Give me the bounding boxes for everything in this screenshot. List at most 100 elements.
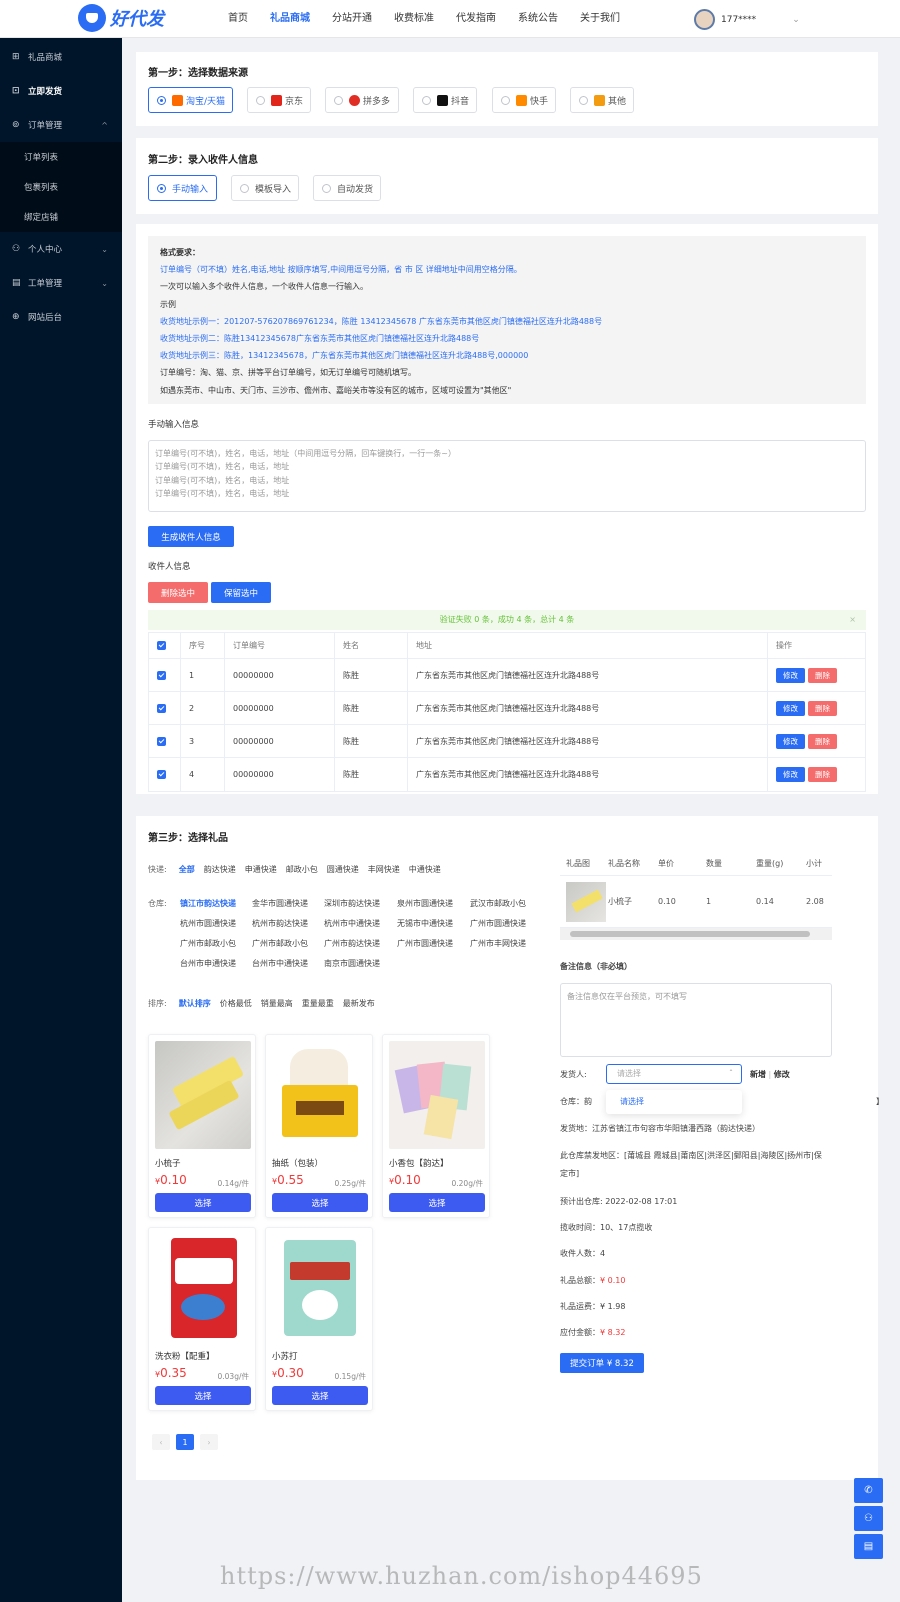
select-product-button[interactable]: 选择 [389, 1193, 485, 1212]
sort-option[interactable]: 价格最低 [220, 998, 252, 1009]
source-taobao[interactable]: 淘宝/天猫 [148, 87, 233, 113]
sort-option[interactable]: 最新发布 [343, 998, 375, 1009]
nav-announcements[interactable]: 系统公告 [518, 0, 558, 38]
sidebar-item-package-list[interactable]: 包裹列表 [0, 172, 122, 202]
row-checkbox[interactable] [157, 670, 166, 680]
product-card[interactable]: 洗衣粉【配重】 ¥0.35 0.03g/件 选择 [148, 1227, 256, 1411]
select-product-button[interactable]: 选择 [272, 1386, 368, 1405]
product-card[interactable]: 小苏打 ¥0.30 0.15g/件 选择 [265, 1227, 373, 1411]
prev-page-button[interactable]: ‹ [152, 1434, 170, 1450]
express-option[interactable]: 韵达快递 [204, 864, 236, 875]
nav-substation[interactable]: 分站开通 [332, 0, 372, 38]
page-button-current[interactable]: 1 [176, 1434, 194, 1450]
select-all-checkbox[interactable] [157, 641, 166, 650]
nav-about[interactable]: 关于我们 [580, 0, 620, 38]
edit-button[interactable]: 修改 [776, 700, 805, 716]
source-jd[interactable]: 京东 [247, 87, 311, 113]
document-icon[interactable]: ▤ [854, 1534, 883, 1559]
row-select-cell[interactable] [149, 692, 181, 724]
dropdown-option[interactable]: 请选择 [620, 1097, 644, 1106]
source-douyin[interactable]: 抖音 [413, 87, 477, 113]
warehouse-option[interactable]: 武汉市邮政小包 [470, 898, 544, 909]
sidebar-item-personal-center[interactable]: ⚇ 个人中心 ⌄ [0, 232, 122, 266]
sidebar-item-admin[interactable]: ⊕ 网站后台 [0, 300, 122, 334]
warehouse-option[interactable]: 深圳市韵达快递 [324, 898, 397, 909]
warehouse-option[interactable]: 广州市圆通快递 [470, 918, 544, 929]
next-page-button[interactable]: › [200, 1434, 218, 1450]
keep-selected-button[interactable]: 保留选中 [211, 582, 271, 603]
delete-button[interactable]: 删除 [808, 767, 837, 782]
warehouse-option[interactable]: 广州市圆通快递 [397, 938, 470, 949]
warehouse-option[interactable]: 广州市邮政小包 [180, 938, 252, 949]
remark-textarea[interactable]: 备注信息仅在平台预览，可不填写 [560, 983, 832, 1057]
sender-select[interactable]: 请选择 ˆ [606, 1064, 742, 1084]
nav-gift-mall[interactable]: 礼品商城 [270, 0, 310, 38]
row-select-cell[interactable] [149, 725, 181, 757]
sidebar-item-ship-now[interactable]: ⊡ 立即发货 [0, 74, 122, 108]
nav-home[interactable]: 首页 [228, 0, 248, 38]
logo[interactable]: 好代发 [78, 4, 164, 32]
warehouse-option[interactable]: 无锡市中通快递 [397, 918, 470, 929]
warehouse-option[interactable]: 杭州市韵达快递 [252, 918, 324, 929]
delete-button[interactable]: 删除 [808, 733, 837, 749]
add-sender-link[interactable]: 新增 [750, 1070, 766, 1079]
sort-option[interactable]: 销量最高 [261, 998, 293, 1009]
express-option[interactable]: 中通快递 [409, 864, 441, 875]
warehouse-option[interactable]: 杭州市中通快递 [324, 918, 397, 929]
express-option[interactable]: 邮政小包 [286, 864, 318, 875]
close-icon[interactable]: × [849, 610, 856, 630]
warehouse-option[interactable]: 金华市圆通快递 [252, 898, 324, 909]
edit-button[interactable]: 修改 [776, 767, 805, 782]
row-select-cell[interactable] [149, 758, 181, 791]
warehouse-option[interactable]: 杭州市圆通快递 [180, 918, 252, 929]
sidebar-item-order-list[interactable]: 订单列表 [0, 142, 122, 172]
row-checkbox[interactable] [157, 736, 166, 746]
input-auto[interactable]: 自动发货 [313, 175, 381, 201]
select-product-button[interactable]: 选择 [272, 1193, 368, 1212]
sidebar-item-order-management[interactable]: ⊚ 订单管理 ^ [0, 108, 122, 142]
horizontal-scrollbar[interactable] [560, 928, 832, 940]
delete-button[interactable]: 删除 [808, 667, 837, 683]
warehouse-option[interactable]: 广州市丰网快递 [470, 938, 544, 949]
express-option[interactable]: 全部 [179, 864, 195, 875]
sidebar-item-tickets[interactable]: ▤ 工单管理 ⌄ [0, 266, 122, 300]
delete-button[interactable]: 删除 [808, 700, 837, 716]
product-card[interactable]: 小梳子 ¥0.10 0.14g/件 选择 [148, 1034, 256, 1218]
source-pinduoduo[interactable]: 拼多多 [325, 87, 399, 113]
row-select-cell[interactable] [149, 659, 181, 691]
express-option[interactable]: 圆通快递 [327, 864, 359, 875]
sort-option[interactable]: 默认排序 [179, 998, 211, 1009]
edit-button[interactable]: 修改 [776, 733, 805, 749]
recipient-textarea[interactable]: 订单编号(可不填)，姓名，电话，地址（中间用逗号分隔，回车键换行，一行一条~） … [148, 440, 866, 512]
express-option[interactable]: 丰网快递 [368, 864, 400, 875]
source-kuaishou[interactable]: 快手 [492, 87, 556, 113]
input-manual[interactable]: 手动输入 [148, 175, 217, 201]
chevron-down-icon[interactable]: ⌄ [792, 15, 800, 25]
edit-sender-link[interactable]: 修改 [774, 1070, 790, 1079]
warehouse-option[interactable]: 广州市邮政小包 [252, 938, 324, 949]
warehouse-option[interactable]: 泉州市圆通快递 [397, 898, 470, 909]
warehouse-option[interactable]: 广州市韵达快递 [324, 938, 397, 949]
product-card[interactable]: 抽纸（包装） ¥0.55 0.25g/件 选择 [265, 1034, 373, 1218]
row-checkbox[interactable] [157, 770, 166, 779]
warehouse-option[interactable]: 台州市中通快递 [252, 958, 324, 969]
submit-order-button[interactable]: 提交订单 ¥ 8.32 [560, 1353, 644, 1373]
user-service-icon[interactable]: ⚇ [854, 1506, 883, 1531]
sort-option[interactable]: 重量最重 [302, 998, 334, 1009]
user-menu[interactable]: 177**** ⌄ [694, 9, 800, 30]
express-option[interactable]: 申通快递 [245, 864, 277, 875]
source-other[interactable]: 其他 [570, 87, 634, 113]
select-all-cell[interactable] [149, 633, 181, 658]
warehouse-option[interactable]: 台州市申通快递 [180, 958, 252, 969]
avatar[interactable] [694, 9, 715, 30]
select-product-button[interactable]: 选择 [155, 1386, 251, 1405]
sidebar-item-gift-mall[interactable]: ⊞ 礼品商城 [0, 40, 122, 74]
row-checkbox[interactable] [157, 703, 166, 713]
edit-button[interactable]: 修改 [776, 667, 805, 683]
product-card[interactable]: 小香包【韵达】 ¥0.10 0.20g/件 选择 [382, 1034, 490, 1218]
select-product-button[interactable]: 选择 [155, 1193, 251, 1212]
nav-guide[interactable]: 代发指南 [456, 0, 496, 38]
phone-icon[interactable]: ✆ [854, 1478, 883, 1503]
delete-selected-button[interactable]: 删除选中 [148, 582, 208, 603]
generate-recipients-button[interactable]: 生成收件人信息 [148, 526, 234, 547]
